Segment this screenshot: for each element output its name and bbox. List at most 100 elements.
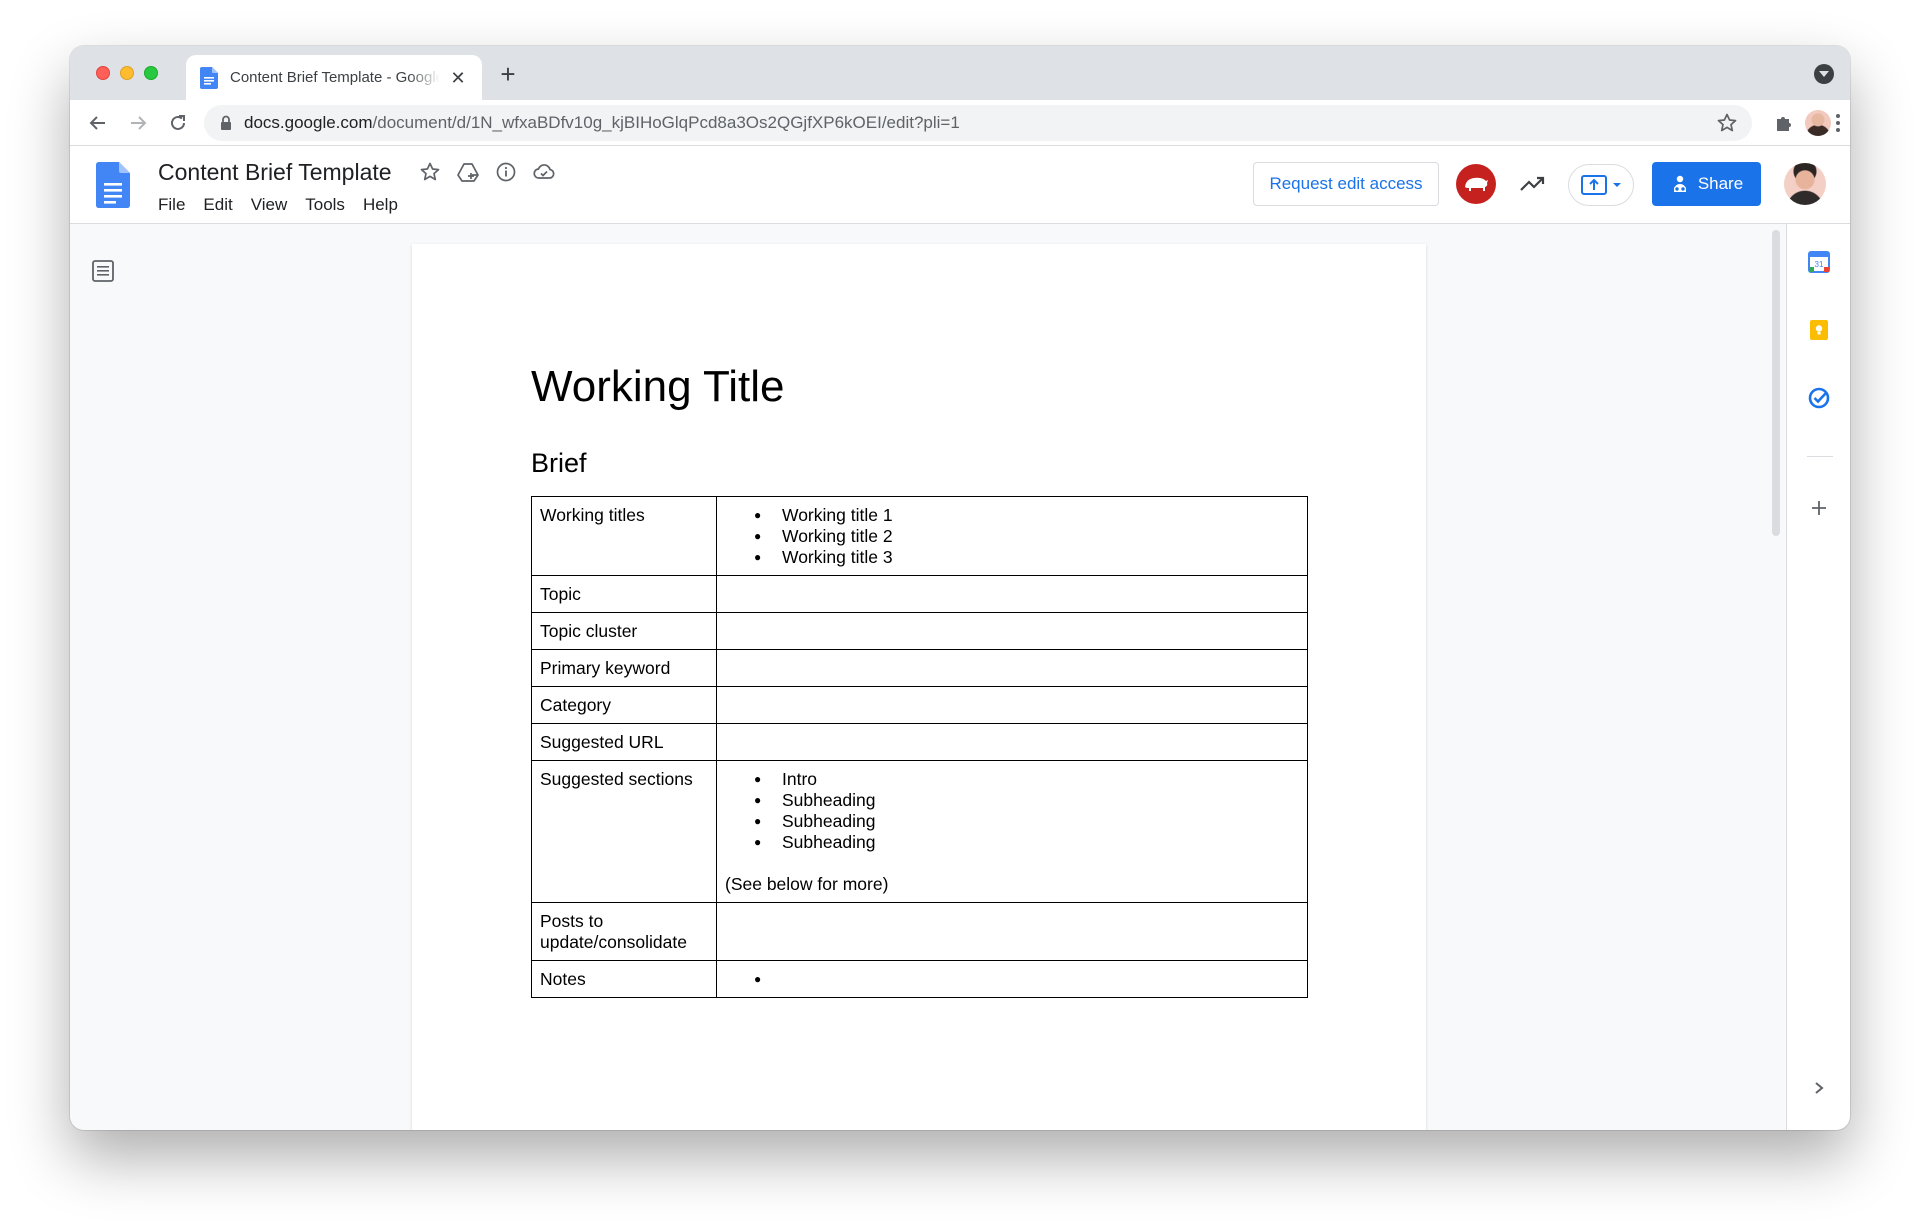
puzzle-piece-icon xyxy=(1777,117,1791,131)
brief-table: Working titles Working title 1 Working t… xyxy=(531,496,1308,998)
document-outline-icon[interactable] xyxy=(90,258,116,284)
vertical-scrollbar[interactable] xyxy=(1772,230,1780,536)
chevron-down-icon xyxy=(1613,183,1621,187)
tab-search-icon[interactable] xyxy=(1814,64,1834,84)
row-value[interactable]: ​ xyxy=(716,960,1308,998)
browser-window: Content Brief Template - Google Docs ✕ +… xyxy=(70,46,1850,1130)
browser-menu-button[interactable] xyxy=(1828,109,1848,137)
tab-title: Content Brief Template - Google Docs xyxy=(230,69,440,86)
row-label[interactable]: Posts to update/consolidate xyxy=(531,902,717,961)
new-tab-button[interactable]: + xyxy=(494,60,522,88)
list-item: Working title 2 xyxy=(725,526,1299,547)
see-below-note: (See below for more) xyxy=(725,874,889,894)
row-value[interactable]: Working title 1 Working title 2 Working … xyxy=(716,496,1308,576)
menu-view[interactable]: View xyxy=(242,193,297,217)
menu-tools[interactable]: Tools xyxy=(296,193,354,217)
add-icon[interactable] xyxy=(1805,494,1833,522)
browser-toolbar: docs.google.com /document/d/1N_wfxaBDfv1… xyxy=(70,100,1850,146)
row-value[interactable] xyxy=(716,723,1308,761)
row-label[interactable]: Suggested URL xyxy=(531,723,717,761)
row-label[interactable]: Working titles xyxy=(531,496,717,576)
reload-icon xyxy=(171,115,185,130)
share-label: Share xyxy=(1697,174,1744,193)
row-value[interactable]: Intro Subheading Subheading Subheading (… xyxy=(716,760,1308,903)
more-vert-icon xyxy=(1836,114,1840,132)
request-edit-access-button[interactable]: Request edit access xyxy=(1253,162,1439,206)
expand-icon[interactable] xyxy=(1805,1074,1833,1102)
bookmark-star-icon[interactable] xyxy=(1716,112,1738,134)
section-heading-brief: Brief xyxy=(531,448,587,478)
table-row: Posts to update/consolidate xyxy=(531,902,1308,961)
row-label[interactable]: Topic xyxy=(531,575,717,613)
title-actions xyxy=(418,160,556,184)
bullet-list: Working title 1 Working title 2 Working … xyxy=(725,505,1299,568)
list-item: Intro xyxy=(725,769,1299,790)
move-to-drive-icon[interactable] xyxy=(456,160,480,184)
list-item: Subheading xyxy=(725,811,1299,832)
table-row: Primary keyword xyxy=(531,649,1308,687)
table-row: Suggested URL xyxy=(531,723,1308,761)
bullet-list: ​ xyxy=(725,969,1299,990)
extensions-button[interactable] xyxy=(1770,109,1798,137)
side-panel: 31 xyxy=(1786,224,1850,1130)
row-value[interactable] xyxy=(716,686,1308,724)
table-row: Notes ​ xyxy=(531,960,1308,998)
google-docs-favicon-icon xyxy=(200,66,218,89)
document-title[interactable]: Content Brief Template xyxy=(158,159,392,186)
list-item: Working title 3 xyxy=(725,547,1299,568)
document-info-icon[interactable] xyxy=(494,160,518,184)
row-label[interactable]: Primary keyword xyxy=(531,649,717,687)
back-arrow-icon xyxy=(89,116,105,130)
table-row: Topic xyxy=(531,575,1308,613)
calendar-icon[interactable]: 31 xyxy=(1805,248,1833,276)
google-docs-logo-icon[interactable] xyxy=(96,162,130,208)
tab-close-icon[interactable]: ✕ xyxy=(448,68,468,88)
menu-file[interactable]: File xyxy=(158,193,194,217)
document-workspace: Working Title Brief Working titles Worki… xyxy=(70,224,1786,1130)
anonymous-viewer-avatar[interactable] xyxy=(1456,164,1496,204)
row-value[interactable] xyxy=(716,575,1308,613)
address-bar[interactable]: docs.google.com /document/d/1N_wfxaBDfv1… xyxy=(204,105,1752,141)
table-row: Category xyxy=(531,686,1308,724)
list-item: Working title 1 xyxy=(725,505,1299,526)
row-value[interactable] xyxy=(716,612,1308,650)
present-button[interactable] xyxy=(1568,164,1634,206)
document-heading: Working Title xyxy=(531,362,785,411)
keep-icon[interactable] xyxy=(1805,316,1833,344)
maximize-window-button[interactable] xyxy=(144,66,158,80)
tasks-icon[interactable] xyxy=(1805,384,1833,412)
url-host: docs.google.com xyxy=(244,113,373,132)
lock-icon xyxy=(221,115,231,130)
browser-tab[interactable]: Content Brief Template - Google Docs ✕ xyxy=(186,55,482,100)
list-item: Subheading xyxy=(725,832,1299,853)
menu-help[interactable]: Help xyxy=(354,193,407,217)
people-icon xyxy=(1673,175,1686,193)
row-label[interactable]: Notes xyxy=(531,960,717,998)
side-panel-divider xyxy=(1807,456,1833,457)
tab-strip: Content Brief Template - Google Docs ✕ + xyxy=(70,46,1850,100)
menu-edit[interactable]: Edit xyxy=(194,193,241,217)
row-label[interactable]: Suggested sections xyxy=(531,760,717,903)
activity-dashboard-icon[interactable] xyxy=(1518,170,1548,198)
row-value[interactable] xyxy=(716,649,1308,687)
reload-button[interactable] xyxy=(164,109,192,137)
calendar-day-number: 31 xyxy=(1815,260,1824,269)
document-page[interactable]: Working Title Brief Working titles Worki… xyxy=(412,244,1426,1130)
row-label[interactable]: Category xyxy=(531,686,717,724)
row-value[interactable] xyxy=(716,902,1308,961)
url-path: /document/d/1N_wfxaBDfv10g_kjBIHoGlqPcd8… xyxy=(372,113,960,132)
share-button[interactable]: Share xyxy=(1652,162,1761,206)
star-icon[interactable] xyxy=(418,160,442,184)
minimize-window-button[interactable] xyxy=(120,66,134,80)
docs-header: Content Brief Template File Edit View To… xyxy=(70,146,1850,224)
back-button[interactable] xyxy=(84,109,112,137)
table-row: Suggested sections Intro Subheading Subh… xyxy=(531,760,1308,903)
account-avatar[interactable] xyxy=(1784,163,1826,205)
row-label[interactable]: Topic cluster xyxy=(531,612,717,650)
present-to-all-icon xyxy=(1581,175,1607,195)
table-row: Topic cluster xyxy=(531,612,1308,650)
forward-button[interactable] xyxy=(124,109,152,137)
close-window-button[interactable] xyxy=(96,66,110,80)
bullet-list: Intro Subheading Subheading Subheading xyxy=(725,769,1299,853)
cloud-status-icon[interactable] xyxy=(532,160,556,184)
